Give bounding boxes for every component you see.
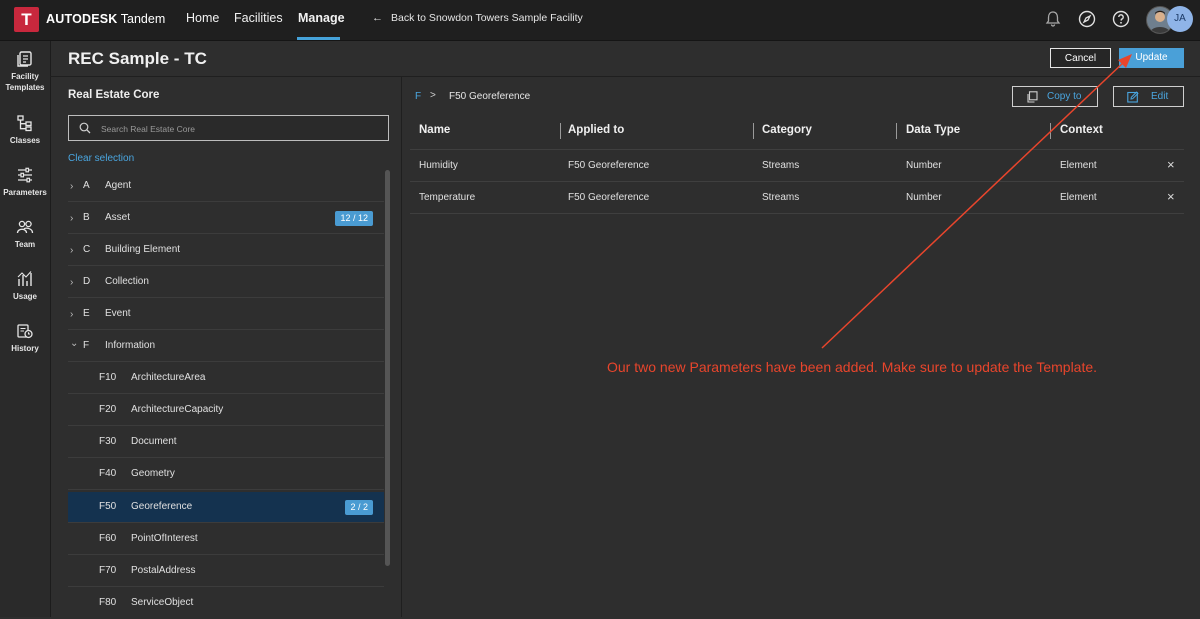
annotation-text: Our two new Parameters have been added. …: [607, 359, 1098, 375]
annotation-arrow: [821, 54, 1132, 349]
